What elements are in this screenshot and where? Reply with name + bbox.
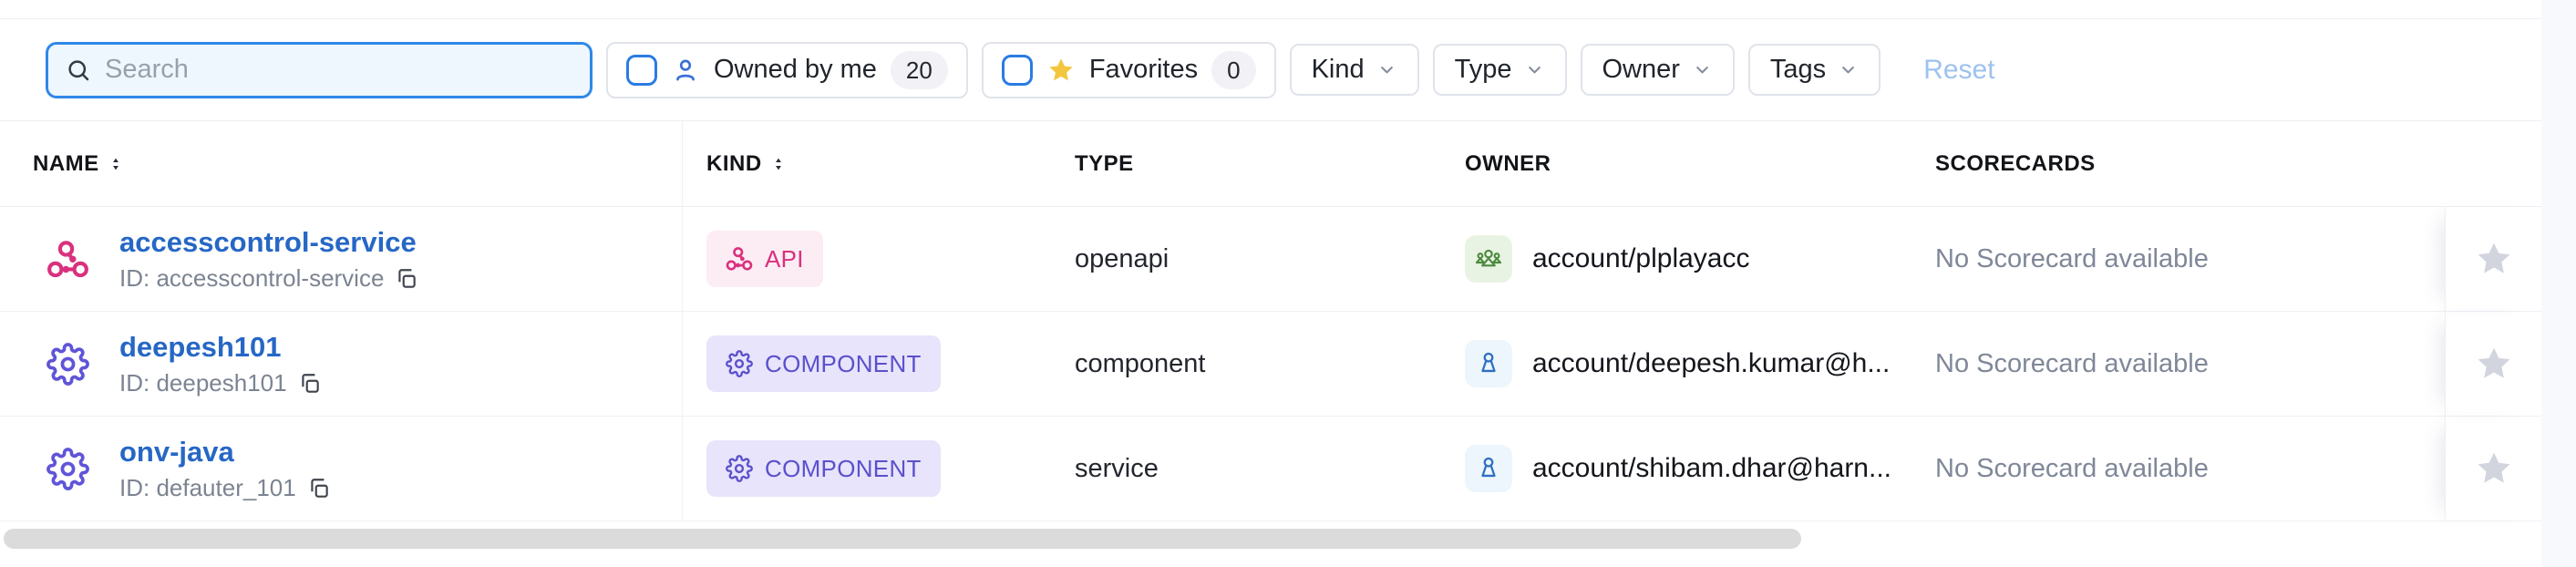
user-icon <box>671 56 700 85</box>
entity-id: ID: defauter_101 <box>119 474 296 502</box>
entity-id-line: ID: accesscontrol-service <box>119 264 418 293</box>
kind-badge-icon <box>726 245 753 273</box>
owned-by-me-count: 20 <box>891 51 948 89</box>
copy-icon[interactable] <box>307 477 331 500</box>
favorite-star-button[interactable] <box>2474 239 2514 279</box>
catalog-card: Owned by me 20 Favorites 0 Kind Type Own… <box>0 0 2541 567</box>
kind-badge-label: COMPONENT <box>765 350 922 378</box>
owner-label: account/deepesh.kumar@h... <box>1532 348 1890 379</box>
scorecards-cell: No Scorecard available <box>1935 207 2445 311</box>
owner-cell: account/shibam.dhar@harn... <box>1465 417 1935 521</box>
column-header-owner: OWNER <box>1465 121 1935 206</box>
kind-cell: COMPONENT <box>683 417 1075 521</box>
scorecards-cell: No Scorecard available <box>1935 417 2445 521</box>
search-input[interactable] <box>105 55 573 85</box>
favorite-cell <box>2445 207 2541 311</box>
kind-dropdown[interactable]: Kind <box>1290 44 1419 96</box>
owner-avatar-icon <box>1465 340 1512 387</box>
favorite-cell <box>2445 417 2541 521</box>
favorites-filter[interactable]: Favorites 0 <box>982 42 1276 98</box>
owner-dropdown[interactable]: Owner <box>1581 44 1735 96</box>
chevron-down-icon <box>1692 59 1713 80</box>
column-header-name[interactable]: NAME <box>0 121 683 206</box>
name-cell: onv-java ID: defauter_101 <box>0 417 683 521</box>
horizontal-scrollbar[interactable] <box>4 529 1801 549</box>
kind-badge-icon <box>726 455 753 482</box>
column-header-type: TYPE <box>1075 121 1465 206</box>
table-row[interactable]: accesscontrol-service ID: accesscontrol-… <box>0 207 2541 312</box>
kind-badge: COMPONENT <box>706 335 941 392</box>
owner-cell: account/plplayacc <box>1465 207 1935 311</box>
favorites-checkbox[interactable] <box>1002 55 1033 86</box>
top-divider <box>0 0 2541 19</box>
kind-badge-label: COMPONENT <box>765 455 922 483</box>
entity-kind-icon <box>46 343 89 386</box>
owner-label: account/shibam.dhar@harn... <box>1532 453 1891 484</box>
entity-name-link[interactable]: accesscontrol-service <box>119 225 418 259</box>
favorite-cell <box>2445 312 2541 416</box>
kind-cell: COMPONENT <box>683 312 1075 416</box>
table-row[interactable]: deepesh101 ID: deepesh101 COMPONENT comp… <box>0 312 2541 417</box>
filter-toolbar: Owned by me 20 Favorites 0 Kind Type Own… <box>0 19 2541 121</box>
column-header-kind[interactable]: KIND <box>683 121 1075 206</box>
owner-label: account/plplayacc <box>1532 243 1749 274</box>
entity-id-line: ID: deepesh101 <box>119 369 322 397</box>
owner-avatar-icon <box>1465 235 1512 283</box>
favorite-star-button[interactable] <box>2474 344 2514 384</box>
sort-icon[interactable] <box>771 155 786 173</box>
owner-dropdown-label: Owner <box>1602 55 1680 85</box>
table-header: NAME KIND TYPE OWNER SCORECARDS <box>0 121 2541 207</box>
chevron-down-icon <box>1376 59 1397 80</box>
entity-kind-icon <box>46 448 89 490</box>
name-cell: accesscontrol-service ID: accesscontrol-… <box>0 207 683 311</box>
kind-cell: API <box>683 207 1075 311</box>
chevron-down-icon <box>1838 59 1859 80</box>
star-icon <box>1046 56 1076 85</box>
entity-name-block: onv-java ID: defauter_101 <box>119 435 331 502</box>
type-cell: component <box>1075 312 1465 416</box>
copy-icon[interactable] <box>395 267 418 291</box>
favorites-label: Favorites <box>1089 55 1198 85</box>
entity-name-link[interactable]: deepesh101 <box>119 330 322 364</box>
kind-badge: COMPONENT <box>706 440 941 497</box>
kind-badge-label: API <box>765 245 804 273</box>
chevron-down-icon <box>1524 59 1545 80</box>
owned-by-me-checkbox[interactable] <box>626 55 657 86</box>
entity-id-line: ID: defauter_101 <box>119 474 331 502</box>
entity-name-block: accesscontrol-service ID: accesscontrol-… <box>119 225 418 293</box>
entity-name-block: deepesh101 ID: deepesh101 <box>119 330 322 397</box>
favorites-count: 0 <box>1211 51 1255 89</box>
column-header-scorecards: SCORECARDS <box>1935 121 2445 206</box>
search-icon <box>65 57 92 84</box>
type-dropdown[interactable]: Type <box>1433 44 1567 96</box>
entity-name-link[interactable]: onv-java <box>119 435 331 469</box>
owner-cell: account/deepesh.kumar@h... <box>1465 312 1935 416</box>
type-dropdown-label: Type <box>1455 55 1512 85</box>
owned-by-me-filter[interactable]: Owned by me 20 <box>606 42 968 98</box>
entity-id: ID: accesscontrol-service <box>119 264 384 293</box>
scorecards-cell: No Scorecard available <box>1935 312 2445 416</box>
table-body: accesscontrol-service ID: accesscontrol-… <box>0 207 2541 521</box>
kind-badge-icon <box>726 350 753 377</box>
owner-avatar-icon <box>1465 445 1512 492</box>
sort-icon[interactable] <box>108 155 123 173</box>
kind-dropdown-label: Kind <box>1312 55 1365 85</box>
search-box <box>46 42 592 98</box>
kind-badge: API <box>706 231 823 287</box>
reset-button[interactable]: Reset <box>1923 55 1994 86</box>
owned-by-me-label: Owned by me <box>714 55 877 85</box>
copy-icon[interactable] <box>298 372 322 396</box>
column-header-favorite <box>2445 121 2541 206</box>
name-cell: deepesh101 ID: deepesh101 <box>0 312 683 416</box>
type-cell: service <box>1075 417 1465 521</box>
entity-id: ID: deepesh101 <box>119 369 287 397</box>
tags-dropdown-label: Tags <box>1770 55 1826 85</box>
table-row[interactable]: onv-java ID: defauter_101 COMPONENT serv… <box>0 417 2541 521</box>
type-cell: openapi <box>1075 207 1465 311</box>
tags-dropdown[interactable]: Tags <box>1748 44 1880 96</box>
entity-kind-icon <box>46 238 89 281</box>
favorite-star-button[interactable] <box>2474 448 2514 489</box>
